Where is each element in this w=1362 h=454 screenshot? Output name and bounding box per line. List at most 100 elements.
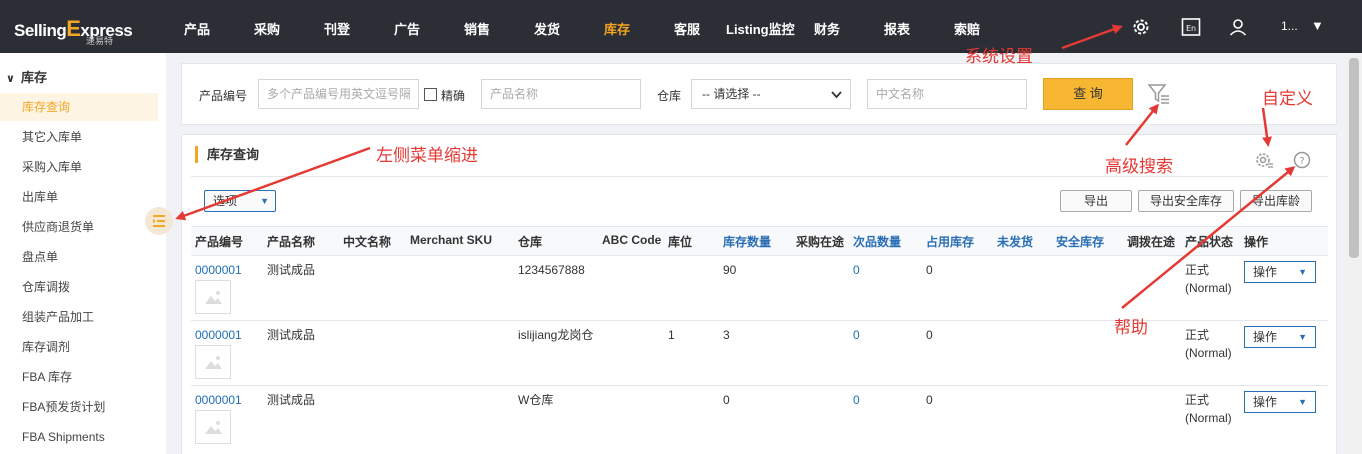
- image-placeholder-icon: [195, 410, 231, 444]
- exact-checkbox[interactable]: [424, 88, 437, 101]
- sidebar-item-inventory-query[interactable]: 库存查询: [0, 93, 158, 121]
- caret-down-icon: ▼: [1298, 267, 1307, 277]
- sidebar-item-fba-shipments[interactable]: FBA Shipments: [0, 423, 158, 451]
- row1-product-no[interactable]: 0000001: [195, 261, 242, 279]
- warehouse-select[interactable]: -- 请选择 --: [691, 79, 851, 109]
- col-product-no[interactable]: 产品编号: [195, 233, 243, 250]
- row1-stock: 90: [723, 263, 737, 277]
- row2-location: 1: [668, 328, 675, 342]
- row2-product-no[interactable]: 0000001: [195, 326, 242, 344]
- row-divider: [191, 385, 1328, 386]
- row2-warehouse: islijiang龙岗仓: [518, 328, 594, 342]
- cn-name-input[interactable]: [867, 79, 1027, 109]
- row1-occupied: 0: [926, 263, 933, 277]
- row3-stock: 0: [723, 393, 730, 407]
- nav-finance[interactable]: 财务: [814, 19, 840, 38]
- annotation-custom: 自定义: [1262, 89, 1313, 108]
- scrollbar-thumb[interactable]: [1349, 58, 1359, 258]
- product-no-label: 产品编号: [199, 89, 248, 103]
- row2-defective[interactable]: 0: [853, 326, 860, 344]
- indent-icon: [153, 215, 165, 227]
- image-placeholder-icon: [195, 345, 231, 379]
- col-purchase-transit[interactable]: 采购在途: [796, 233, 844, 250]
- sidebar: ∨ 库存 库存查询 其它入库单 采购入库单 出库单 供应商退货单 盘点单 仓库调拨…: [0, 53, 166, 454]
- sidebar-header[interactable]: ∨ 库存: [6, 67, 47, 86]
- user-name[interactable]: 1...: [1281, 19, 1298, 33]
- sidebar-item-fba-inventory[interactable]: FBA 库存: [0, 363, 158, 391]
- export-safe-stock-button[interactable]: 导出安全库存: [1138, 190, 1234, 212]
- col-unshipped[interactable]: 未发货: [997, 233, 1033, 250]
- sidebar-item-stocktake[interactable]: 盘点单: [0, 243, 158, 271]
- chevron-down-icon[interactable]: ▼: [1311, 18, 1324, 33]
- row3-occupied: 0: [926, 393, 933, 407]
- nav-listing[interactable]: 刊登: [324, 19, 350, 38]
- query-button[interactable]: 查 询: [1043, 78, 1133, 110]
- sidebar-item-transfer[interactable]: 仓库调拨: [0, 273, 158, 301]
- nav-sales[interactable]: 销售: [464, 19, 490, 38]
- row3-defective[interactable]: 0: [853, 391, 860, 409]
- annotation-system-settings: 系统设置: [965, 47, 1033, 66]
- nav-ads[interactable]: 广告: [394, 19, 420, 38]
- logo[interactable]: SellingExpress 速易特: [14, 12, 149, 46]
- language-icon[interactable]: En: [1180, 16, 1202, 38]
- row1-defective[interactable]: 0: [853, 261, 860, 279]
- col-cn-name[interactable]: 中文名称: [343, 233, 391, 250]
- nav-listing-monitor[interactable]: Listing监控: [726, 19, 795, 38]
- col-merchant-sku[interactable]: Merchant SKU: [410, 233, 492, 247]
- user-icon[interactable]: [1227, 16, 1249, 38]
- nav-shipping[interactable]: 发货: [534, 19, 560, 38]
- collapse-menu-button[interactable]: [145, 207, 173, 235]
- chevron-down-icon: ∨: [6, 73, 15, 85]
- row1-action-button[interactable]: 操作 ▼: [1244, 261, 1316, 283]
- col-abc-code[interactable]: ABC Code: [602, 233, 661, 247]
- svg-text:En: En: [1186, 24, 1196, 33]
- nav-reports[interactable]: 报表: [884, 19, 910, 38]
- col-occupied[interactable]: 占用库存: [926, 233, 974, 250]
- row3-product-no[interactable]: 0000001: [195, 391, 242, 409]
- options-dropdown[interactable]: 选项 ▼: [204, 190, 276, 212]
- sidebar-item-adjust[interactable]: 库存调剂: [0, 333, 158, 361]
- product-no-input[interactable]: [258, 79, 419, 109]
- col-defective-qty[interactable]: 次品数量: [853, 233, 901, 250]
- chevron-down-icon: [831, 91, 842, 99]
- nav-service[interactable]: 客服: [674, 19, 700, 38]
- col-location[interactable]: 库位: [668, 233, 692, 250]
- sidebar-item-supplier-return[interactable]: 供应商退货单: [0, 213, 158, 241]
- caret-down-icon: ▼: [1298, 332, 1307, 342]
- export-button[interactable]: 导出: [1060, 190, 1132, 212]
- top-navbar: SellingExpress 速易特 产品 采购 刊登 广告 销售 发货 库存 …: [0, 0, 1362, 53]
- col-stock-qty[interactable]: 库存数量: [723, 233, 771, 250]
- col-status[interactable]: 产品状态: [1185, 233, 1233, 250]
- sidebar-item-outbound[interactable]: 出库单: [0, 183, 158, 211]
- row3-action-button[interactable]: 操作 ▼: [1244, 391, 1316, 413]
- gear-icon[interactable]: [1130, 16, 1152, 38]
- nav-inventory[interactable]: 库存: [604, 19, 630, 38]
- nav-purchase[interactable]: 采购: [254, 19, 280, 38]
- export-stock-age-button[interactable]: 导出库龄: [1240, 190, 1312, 212]
- row2-product-name: 测试成品: [267, 328, 316, 342]
- section-title: 库存查询: [195, 146, 259, 163]
- row3-product-name: 测试成品: [267, 393, 316, 407]
- row3-warehouse: W仓库: [518, 393, 554, 407]
- row-divider: [191, 320, 1328, 321]
- row1-status: 正式 (Normal): [1185, 263, 1232, 295]
- sidebar-item-other-inbound[interactable]: 其它入库单: [0, 123, 158, 151]
- nav-product[interactable]: 产品: [184, 19, 210, 38]
- product-name-input[interactable]: [481, 79, 641, 109]
- sidebar-item-fba-plan[interactable]: FBA预发货计划: [0, 393, 158, 421]
- col-warehouse[interactable]: 仓库: [518, 233, 542, 250]
- nav-claims[interactable]: 索赔: [954, 19, 980, 38]
- settings-icon[interactable]: [1254, 150, 1274, 170]
- col-safe-stock[interactable]: 安全库存: [1056, 233, 1104, 250]
- help-icon[interactable]: ?: [1292, 150, 1312, 170]
- row2-action-button[interactable]: 操作 ▼: [1244, 326, 1316, 348]
- filter-icon[interactable]: [1147, 82, 1171, 106]
- svg-text:?: ?: [1299, 156, 1304, 167]
- col-transfer-transit[interactable]: 调拨在途: [1127, 233, 1175, 250]
- sidebar-item-assembly[interactable]: 组装产品加工: [0, 303, 158, 331]
- col-product-name[interactable]: 产品名称: [267, 233, 315, 250]
- annotation-left-menu: 左侧菜单缩进: [376, 146, 478, 165]
- caret-down-icon: ▼: [1298, 397, 1307, 407]
- sidebar-item-purchase-inbound[interactable]: 采购入库单: [0, 153, 158, 181]
- row1-warehouse: 1234567888: [518, 263, 585, 277]
